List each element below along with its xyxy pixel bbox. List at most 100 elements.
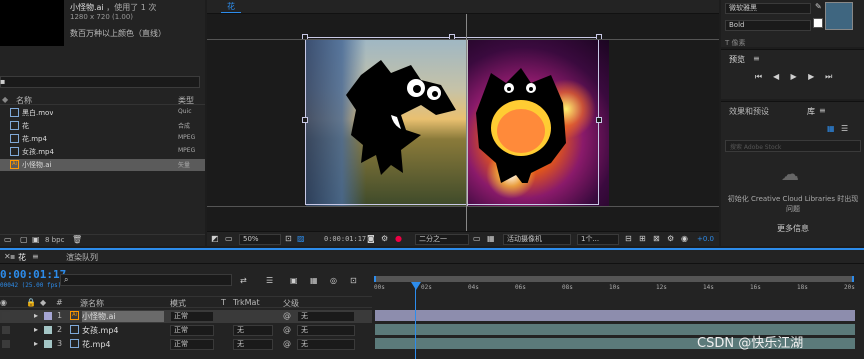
- zoom-dropdown[interactable]: 50%: [239, 234, 281, 245]
- frame-blending-icon[interactable]: ▦: [310, 276, 318, 285]
- project-col-name[interactable]: 名称: [16, 95, 32, 106]
- tab-timeline-comp[interactable]: 花: [18, 252, 26, 263]
- project-col-type[interactable]: 类型: [178, 95, 194, 106]
- viewer-timecode[interactable]: 0:00:01:17: [324, 235, 366, 243]
- layer-duration-bar[interactable]: [375, 310, 855, 321]
- delete-icon[interactable]: 🗑: [72, 235, 82, 244]
- new-folder-icon[interactable]: ▢: [20, 235, 28, 244]
- always-preview-icon[interactable]: ◩: [211, 234, 219, 243]
- visibility-toggle-icon[interactable]: [2, 312, 10, 320]
- layer-trkmat-dropdown[interactable]: 无: [233, 339, 273, 350]
- expand-arrow-icon[interactable]: ▸: [34, 339, 38, 348]
- tab-render-queue[interactable]: 渲染队列: [66, 252, 98, 263]
- transparency-grid-icon[interactable]: ▦: [487, 234, 495, 243]
- project-search-input[interactable]: ▪: [0, 76, 200, 88]
- snapshot-icon[interactable]: ◙: [367, 234, 375, 243]
- grid-view-icon[interactable]: ▦: [827, 124, 835, 133]
- color-channels-icon[interactable]: ●: [395, 234, 402, 243]
- resolution-dropdown[interactable]: 二分之一: [415, 234, 469, 245]
- project-list-item[interactable]: 黑白.mov Quic: [0, 107, 205, 119]
- next-frame-icon[interactable]: ▶: [804, 72, 819, 81]
- col-source-name[interactable]: 源名称: [80, 298, 104, 309]
- expand-arrow-icon[interactable]: ▸: [34, 325, 38, 334]
- more-info-link[interactable]: 更多信息: [725, 223, 861, 234]
- current-time-indicator[interactable]: [415, 284, 416, 359]
- font-family-dropdown[interactable]: 微软雅黑: [725, 3, 811, 14]
- cti-handle-icon[interactable]: [411, 282, 421, 290]
- flowchart-icon[interactable]: ⚙: [667, 234, 674, 243]
- libraries-menu-icon[interactable]: ≡: [819, 106, 826, 115]
- work-area-bar[interactable]: [374, 276, 854, 282]
- camera-dropdown[interactable]: 活动摄像机: [503, 234, 571, 245]
- layer-source-name[interactable]: 花.mp4: [82, 339, 164, 350]
- stock-search-input[interactable]: 搜索 Adobe Stock: [725, 140, 861, 152]
- tab-libraries[interactable]: 库: [807, 106, 815, 117]
- stroke-swatch[interactable]: [813, 18, 823, 28]
- draft-3d-icon[interactable]: ☰: [266, 276, 273, 285]
- hide-shy-layers-icon[interactable]: ▣: [290, 276, 298, 285]
- parent-pickwhip-icon[interactable]: @: [283, 339, 291, 348]
- motion-blur-icon[interactable]: ◎: [330, 276, 337, 285]
- timeline-layer-row[interactable]: ▸ 2 女孩.mp4 正常 无 @ 无: [0, 324, 372, 337]
- visibility-toggle-icon[interactable]: [2, 326, 10, 334]
- visibility-toggle-icon[interactable]: [2, 340, 10, 348]
- layer-parent-dropdown[interactable]: 无: [297, 339, 355, 350]
- layer-mode-dropdown[interactable]: 正常: [170, 325, 214, 336]
- layer-label-swatch[interactable]: [44, 312, 52, 320]
- monitor-icon[interactable]: ▭: [225, 234, 233, 243]
- timeline-layer-row[interactable]: ▸ 3 花.mp4 正常 无 @ 无: [0, 338, 372, 351]
- fill-color-swatch[interactable]: [825, 2, 853, 30]
- av-features-icon: ◉: [0, 298, 7, 307]
- views-dropdown[interactable]: 1个...: [577, 234, 619, 245]
- layer-bounding-box[interactable]: [305, 37, 599, 205]
- fast-preview-icon[interactable]: ⊞: [639, 234, 646, 243]
- region-of-interest-icon[interactable]: ▭: [473, 234, 481, 243]
- comp-mini-flowchart-icon[interactable]: ⇄: [240, 276, 247, 285]
- parent-pickwhip-icon[interactable]: @: [283, 311, 291, 320]
- layer-label-swatch[interactable]: [44, 340, 52, 348]
- layer-label-swatch[interactable]: [44, 326, 52, 334]
- first-frame-icon[interactable]: ⏮: [751, 72, 766, 82]
- project-list-item[interactable]: Ai 小怪物.ai 矢量: [0, 159, 205, 171]
- font-style-dropdown[interactable]: Bold: [725, 20, 811, 31]
- timeline-search-input[interactable]: ⌕: [60, 274, 232, 286]
- grid-icon[interactable]: ▨: [297, 234, 305, 243]
- play-icon[interactable]: ▶: [786, 72, 801, 81]
- tab-effects-presets[interactable]: 效果和预设: [729, 106, 769, 117]
- project-list-item[interactable]: 花 合成: [0, 120, 205, 132]
- col-trkmat[interactable]: TrkMat: [233, 298, 260, 307]
- graph-editor-icon[interactable]: ⊡: [350, 276, 357, 285]
- timeline-icon[interactable]: ⊠: [653, 234, 660, 243]
- layer-mode-dropdown[interactable]: 正常: [170, 339, 214, 350]
- timeline-timecode[interactable]: 0:00:01:17: [0, 268, 66, 281]
- interpret-footage-icon[interactable]: ▭: [4, 235, 12, 244]
- list-view-icon[interactable]: ☰: [841, 124, 848, 133]
- timeline-menu-icon[interactable]: ≡: [32, 252, 39, 261]
- layer-parent-dropdown[interactable]: 无: [297, 311, 355, 322]
- project-list-item[interactable]: 花.mp4 MPEG: [0, 133, 205, 145]
- expand-arrow-icon[interactable]: ▸: [34, 311, 38, 320]
- toggle-pixel-aspect-icon[interactable]: ⊟: [625, 234, 632, 243]
- eyedropper-icon[interactable]: ✎: [815, 2, 822, 11]
- layer-mode-dropdown[interactable]: 正常: [170, 311, 214, 322]
- tab-viewer-comp[interactable]: 花: [221, 1, 241, 13]
- timeline-layer-row[interactable]: ▸ 1 Ai 小怪物.ai 正常 @ 无: [0, 310, 372, 323]
- show-snapshot-icon[interactable]: ⚙: [381, 234, 388, 243]
- preview-menu-icon[interactable]: ≡: [753, 54, 760, 63]
- layer-source-name[interactable]: 女孩.mp4: [82, 325, 164, 336]
- layer-trkmat-dropdown[interactable]: 无: [233, 325, 273, 336]
- reset-exposure-icon[interactable]: ◉: [681, 234, 688, 243]
- time-ruler[interactable]: 00s 02s 04s 06s 08s 10s 12s 14s 16s 18s 20s: [372, 270, 864, 308]
- exposure-value[interactable]: +0.0: [697, 235, 714, 243]
- prev-frame-icon[interactable]: ◀: [769, 72, 784, 81]
- project-list-item[interactable]: 女孩.mp4 MPEG: [0, 146, 205, 158]
- bit-depth-button[interactable]: 8 bpc: [45, 236, 64, 244]
- layer-source-name[interactable]: 小怪物.ai: [82, 311, 164, 322]
- parent-pickwhip-icon[interactable]: @: [283, 325, 291, 334]
- layer-parent-dropdown[interactable]: 无: [297, 325, 355, 336]
- fit-icon[interactable]: ⊡: [285, 234, 292, 243]
- col-parent[interactable]: 父级: [283, 298, 299, 309]
- new-comp-icon[interactable]: ▣: [32, 235, 40, 244]
- col-mode[interactable]: 模式: [170, 298, 186, 309]
- last-frame-icon[interactable]: ⏭: [821, 72, 836, 82]
